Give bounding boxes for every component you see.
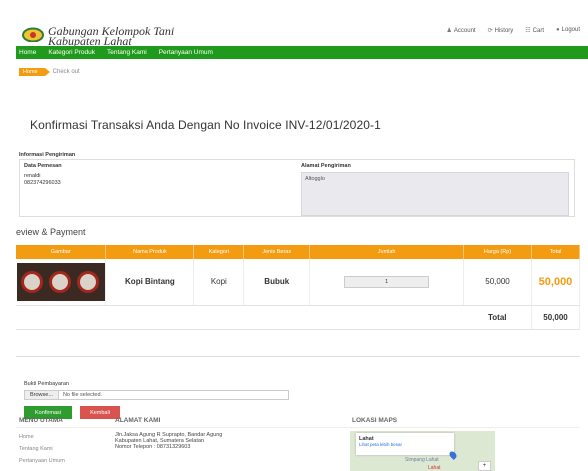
row-total: 50,000 [538,275,573,288]
address-field[interactable]: Altogglo [301,172,569,216]
row-total-cell: 50,000 [531,259,581,306]
table-row: Kopi Bintang Kopi Bubuk 1 50,000 50,000 [16,259,581,306]
lock-icon: ● [556,27,560,33]
total-value: 50,000 [531,305,581,330]
account-link[interactable]: ♟ Account [447,27,476,34]
nav-tentang-kami[interactable]: Tentang Kami [107,49,147,56]
nav-pertanyaan-umum[interactable]: Pertanyaan Umum [159,49,213,56]
th-price: Harga (Rp) [463,245,532,259]
map-larger-link[interactable]: Lihat peta lebih besar [359,442,451,447]
footer-link-pertanyaan-umum[interactable]: Pertanyaan Umum [19,458,65,464]
total-row: Total 50,000 [16,305,581,330]
product-category: Kopi [193,259,245,306]
location-map[interactable]: Lahat Lihat peta lebih besar Simpang Lah… [350,431,495,471]
address-label: Alamat Pengiriman [301,163,351,169]
shipping-info-label: Informasi Pengiriman [19,152,76,158]
page-title: Konfirmasi Transaksi Anda Dengan No Invo… [30,118,381,132]
history-link[interactable]: ⟳ History [488,27,514,34]
logo-text[interactable]: Gabungan Kelompok Tani Kabupaten Lahat [48,25,174,47]
history-icon: ⟳ [487,28,493,34]
qty-cell: 1 [309,259,465,306]
top-links: ♟ Account ⟳ History ☷ Cart ● Logout [447,27,581,34]
main-navbar: Home Kategori Produk Tentang Kami Pertan… [16,46,588,59]
footer-link-home[interactable]: Home [19,434,34,440]
product-price: 50,000 [463,259,532,306]
review-heading: eview & Payment [16,227,86,237]
nav-home[interactable]: Home [19,49,36,56]
map-pin-icon [448,450,458,460]
footer-maps-heading: LOKASI MAPS [352,417,398,424]
customer-phone: 082374296033 [24,180,61,186]
breadcrumb-home[interactable]: Home [19,68,50,76]
file-upload-field[interactable]: Browse... No file selected. [24,390,289,400]
th-image: Gambar [16,245,107,259]
cart-link[interactable]: ☷ Cart [525,27,544,34]
th-product: Nama Produk [105,245,195,259]
footer-phone: Nomor Telepon : 08731329603 [115,444,191,450]
map-city-label: Lahat [428,465,441,471]
total-label: Total [463,305,532,330]
nav-kategori-produk[interactable]: Kategori Produk [48,49,95,56]
customer-name: renaldi [24,173,41,179]
product-image-cell [16,259,107,306]
th-total: Total [531,245,581,259]
back-button[interactable]: Kembali [80,406,120,419]
user-icon: ♟ [446,28,452,34]
browse-button[interactable]: Browse... [25,391,59,399]
footer-menu-heading: MENU UTAMA [19,417,63,424]
map-info-card: Lahat Lihat peta lebih besar [356,433,454,455]
divider [16,356,580,357]
breadcrumb: Home Check out [16,66,588,78]
product-name: Kopi Bintang [105,259,195,306]
file-status: No file selected. [62,392,103,398]
th-qty: Jumlah [309,245,465,259]
footer-address-heading: ALAMAT KAMI [115,417,161,424]
th-category: Kategori [193,245,245,259]
customer-label: Data Pemesan [24,163,62,169]
map-zoom-in-button[interactable]: + [478,461,491,471]
footer-divider [16,427,580,428]
product-type: Bubuk [243,259,311,306]
table-header-row: Gambar Nama Produk Kategori Jenis Beras … [16,245,581,259]
payment-proof-label: Bukti Pembayaran [24,381,69,387]
header: Gabungan Kelompok Tani Kabupaten Lahat ♟… [0,0,588,47]
breadcrumb-current: Check out [52,69,80,75]
product-image [16,262,105,301]
logout-link[interactable]: ● Logout [556,27,580,34]
order-table: Gambar Nama Produk Kategori Jenis Beras … [16,245,581,330]
th-type: Jenis Beras [243,245,311,259]
cart-icon: ☷ [525,28,531,34]
footer-link-tentang-kami[interactable]: Tentang Kami [19,446,53,452]
logo-icon[interactable] [22,26,44,42]
map-road-label: Simpang Lahat [405,457,439,463]
qty-input[interactable]: 1 [344,275,430,288]
